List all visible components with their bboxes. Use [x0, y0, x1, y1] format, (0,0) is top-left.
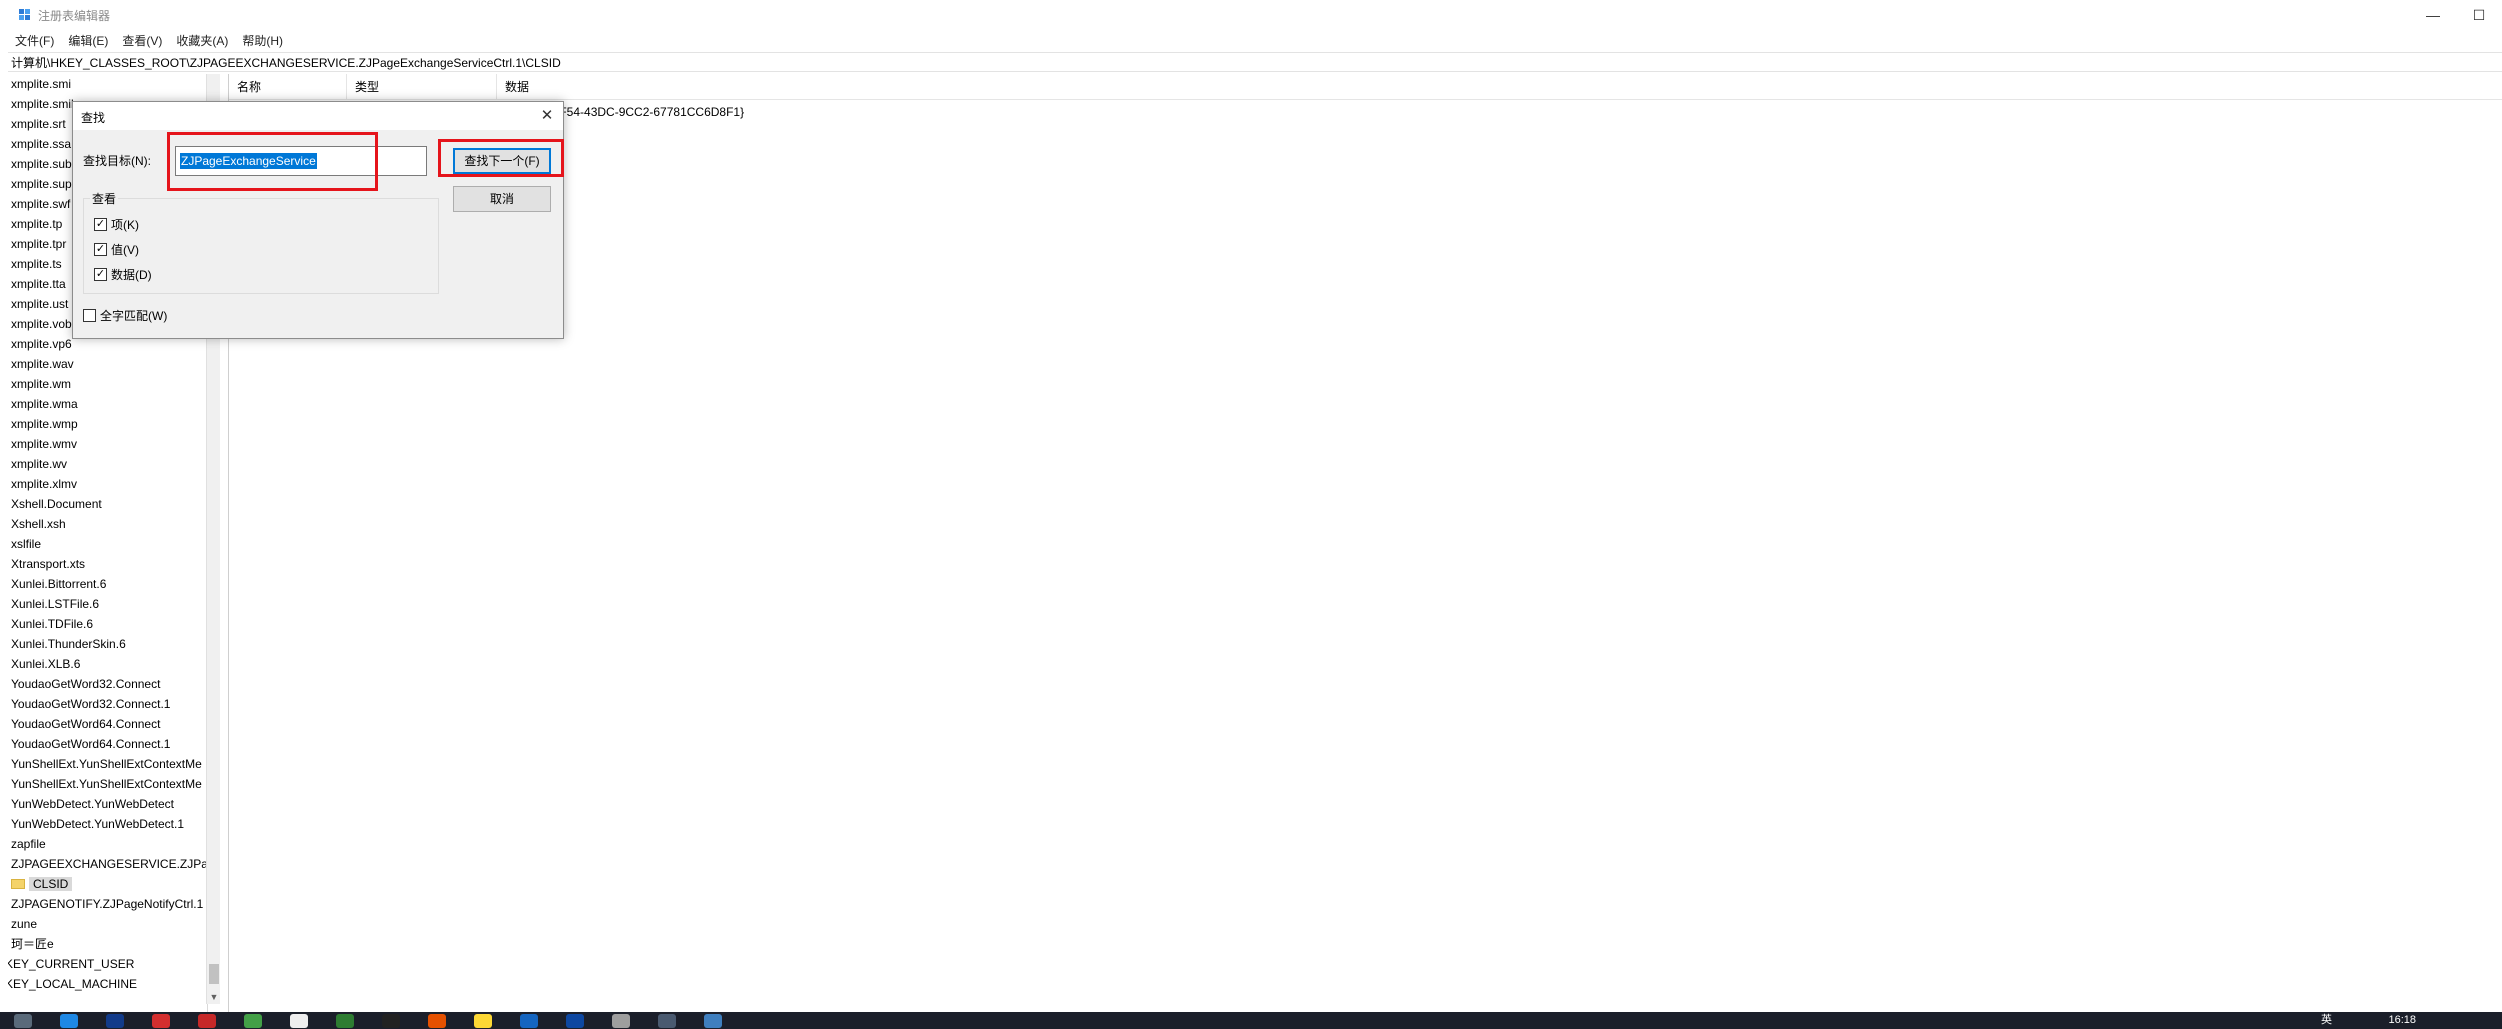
taskbar: 英 16:18: [0, 1012, 2502, 1029]
tree-item[interactable]: xmplite.wmv: [8, 434, 207, 454]
close-icon[interactable]: ✕: [537, 106, 557, 126]
folder-icon: [11, 879, 25, 889]
tree-item[interactable]: xmplite.xlmv: [8, 474, 207, 494]
tree-item[interactable]: YoudaoGetWord32.Connect: [8, 674, 207, 694]
tree-item[interactable]: YunWebDetect.YunWebDetect.1: [8, 814, 207, 834]
tree-item-label: CLSID: [29, 877, 73, 891]
taskbar-app-icon[interactable]: [428, 1013, 446, 1028]
tree-item[interactable]: Xunlei.ThunderSkin.6: [8, 634, 207, 654]
tree-item[interactable]: YoudaoGetWord32.Connect.1: [8, 694, 207, 714]
values-list[interactable]: 名称 类型 数据 2-3F54-43DC-9CC2-67781CC6D8F1}: [228, 74, 2502, 1012]
tree-item[interactable]: ZJPAGENOTIFY.ZJPageNotifyCtrl.1: [8, 894, 207, 914]
ime-indicator[interactable]: 英: [2321, 1012, 2332, 1029]
dialog-title-bar: 查找 ✕: [73, 102, 563, 130]
tree-item-selected[interactable]: CLSID: [8, 874, 207, 894]
highlight-box-find-next: [438, 139, 564, 177]
full-match-row[interactable]: 全字匹配(W): [83, 306, 167, 324]
values-checkbox[interactable]: ✓: [94, 242, 107, 256]
taskbar-app-icon[interactable]: [152, 1013, 170, 1028]
column-type[interactable]: 类型: [347, 74, 497, 100]
column-name[interactable]: 名称: [229, 74, 347, 100]
taskbar-app-icon[interactable]: [612, 1013, 630, 1028]
keys-checkbox[interactable]: ✓: [94, 217, 107, 231]
taskbar-app-icon[interactable]: [704, 1013, 722, 1028]
scroll-down-arrow-icon[interactable]: ▼: [207, 990, 221, 1004]
look-at-group: 查看 ✓ 项(K) ✓ 值(V) ✓ 数据(D): [83, 190, 439, 294]
data-checkbox[interactable]: ✓: [94, 267, 107, 281]
tree-item[interactable]: Xshell.xsh: [8, 514, 207, 534]
taskbar-regedit-icon[interactable]: [658, 1013, 676, 1028]
tree-item[interactable]: zapfile: [8, 834, 207, 854]
menu-favorites[interactable]: 收藏夹(A): [169, 32, 235, 49]
tree-item[interactable]: Xunlei.TDFile.6: [8, 614, 207, 634]
menu-bar: 文件(F) 编辑(E) 查看(V) 收藏夹(A) 帮助(H): [8, 30, 290, 50]
tree-item[interactable]: xmplite.wm: [8, 374, 207, 394]
values-label: 值(V): [111, 242, 139, 257]
tree-item[interactable]: YunWebDetect.YunWebDetect: [8, 794, 207, 814]
tree-item[interactable]: YoudaoGetWord64.Connect: [8, 714, 207, 734]
tree-item[interactable]: xmplite.wv: [8, 454, 207, 474]
dialog-title: 查找: [81, 111, 106, 125]
cancel-button[interactable]: 取消: [453, 186, 551, 212]
find-target-label: 查找目标(N):: [83, 154, 151, 168]
taskbar-app-icon[interactable]: [106, 1013, 124, 1028]
tree-item[interactable]: Xshell.Document: [8, 494, 207, 514]
clock[interactable]: 16:18: [2388, 1012, 2416, 1029]
tree-item[interactable]: xmplite.wav: [8, 354, 207, 374]
tree-scrollbar-thumb[interactable]: [209, 964, 219, 984]
tree-item[interactable]: 珂＝匠e: [8, 934, 207, 954]
menu-help[interactable]: 帮助(H): [235, 32, 290, 49]
taskbar-app-icon[interactable]: [244, 1013, 262, 1028]
title-bar: 注册表编辑器 — ☐: [0, 0, 2502, 30]
tree-item[interactable]: xslfile: [8, 534, 207, 554]
taskbar-app-icon[interactable]: [290, 1013, 308, 1028]
look-at-label: 查看: [90, 190, 119, 207]
tree-item[interactable]: zune: [8, 914, 207, 934]
highlight-box-input: [167, 132, 378, 191]
tree-item[interactable]: Xtransport.xts: [8, 554, 207, 574]
address-bar[interactable]: 计算机\HKEY_CLASSES_ROOT\ZJPAGEEXCHANGESERV…: [8, 52, 2502, 72]
check-keys-row[interactable]: ✓ 项(K): [94, 215, 139, 233]
taskbar-app-icon[interactable]: [566, 1013, 584, 1028]
menu-view[interactable]: 查看(V): [115, 32, 169, 49]
keys-label: 项(K): [111, 217, 139, 232]
tree-item[interactable]: ZJPAGEEXCHANGESERVICE.ZJPag: [8, 854, 207, 874]
window-title: 注册表编辑器: [38, 8, 111, 23]
maximize-button[interactable]: ☐: [2456, 0, 2502, 30]
taskbar-app-icon[interactable]: [198, 1013, 216, 1028]
taskbar-app-icon[interactable]: [60, 1013, 78, 1028]
tree-item[interactable]: xmplite.wma: [8, 394, 207, 414]
data-label: 数据(D): [111, 267, 152, 282]
list-header: 名称 类型 数据: [229, 74, 2502, 100]
full-match-checkbox[interactable]: [83, 308, 96, 322]
tree-item[interactable]: YoudaoGetWord64.Connect.1: [8, 734, 207, 754]
start-icon[interactable]: [14, 1013, 32, 1028]
tree-item[interactable]: Xunlei.XLB.6: [8, 654, 207, 674]
column-data[interactable]: 数据: [497, 74, 797, 100]
regedit-app-icon: [18, 8, 32, 22]
menu-file[interactable]: 文件(F): [8, 32, 61, 49]
check-data-row[interactable]: ✓ 数据(D): [94, 265, 152, 283]
full-match-label: 全字匹配(W): [100, 308, 168, 323]
tree-item[interactable]: YunShellExt.YunShellExtContextMe: [8, 754, 207, 774]
check-values-row[interactable]: ✓ 值(V): [94, 240, 139, 258]
taskbar-app-icon[interactable]: [474, 1013, 492, 1028]
row-data-cell: 2-3F54-43DC-9CC2-67781CC6D8F1}: [542, 105, 745, 119]
tree-item[interactable]: YunShellExt.YunShellExtContextMe: [8, 774, 207, 794]
tree-item[interactable]: Xunlei.Bittorrent.6: [8, 574, 207, 594]
minimize-button[interactable]: —: [2410, 0, 2456, 30]
taskbar-app-icon[interactable]: [336, 1013, 354, 1028]
tree-item[interactable]: xmplite.smi: [8, 74, 207, 94]
tree-item[interactable]: KEY_CURRENT_USER: [8, 954, 207, 974]
tree-item[interactable]: KEY_LOCAL_MACHINE: [8, 974, 207, 994]
menu-edit[interactable]: 编辑(E): [61, 32, 115, 49]
taskbar-app-icon[interactable]: [520, 1013, 538, 1028]
tree-item[interactable]: Xunlei.LSTFile.6: [8, 594, 207, 614]
taskbar-app-icon[interactable]: [382, 1013, 400, 1028]
tree-item[interactable]: xmplite.wmp: [8, 414, 207, 434]
